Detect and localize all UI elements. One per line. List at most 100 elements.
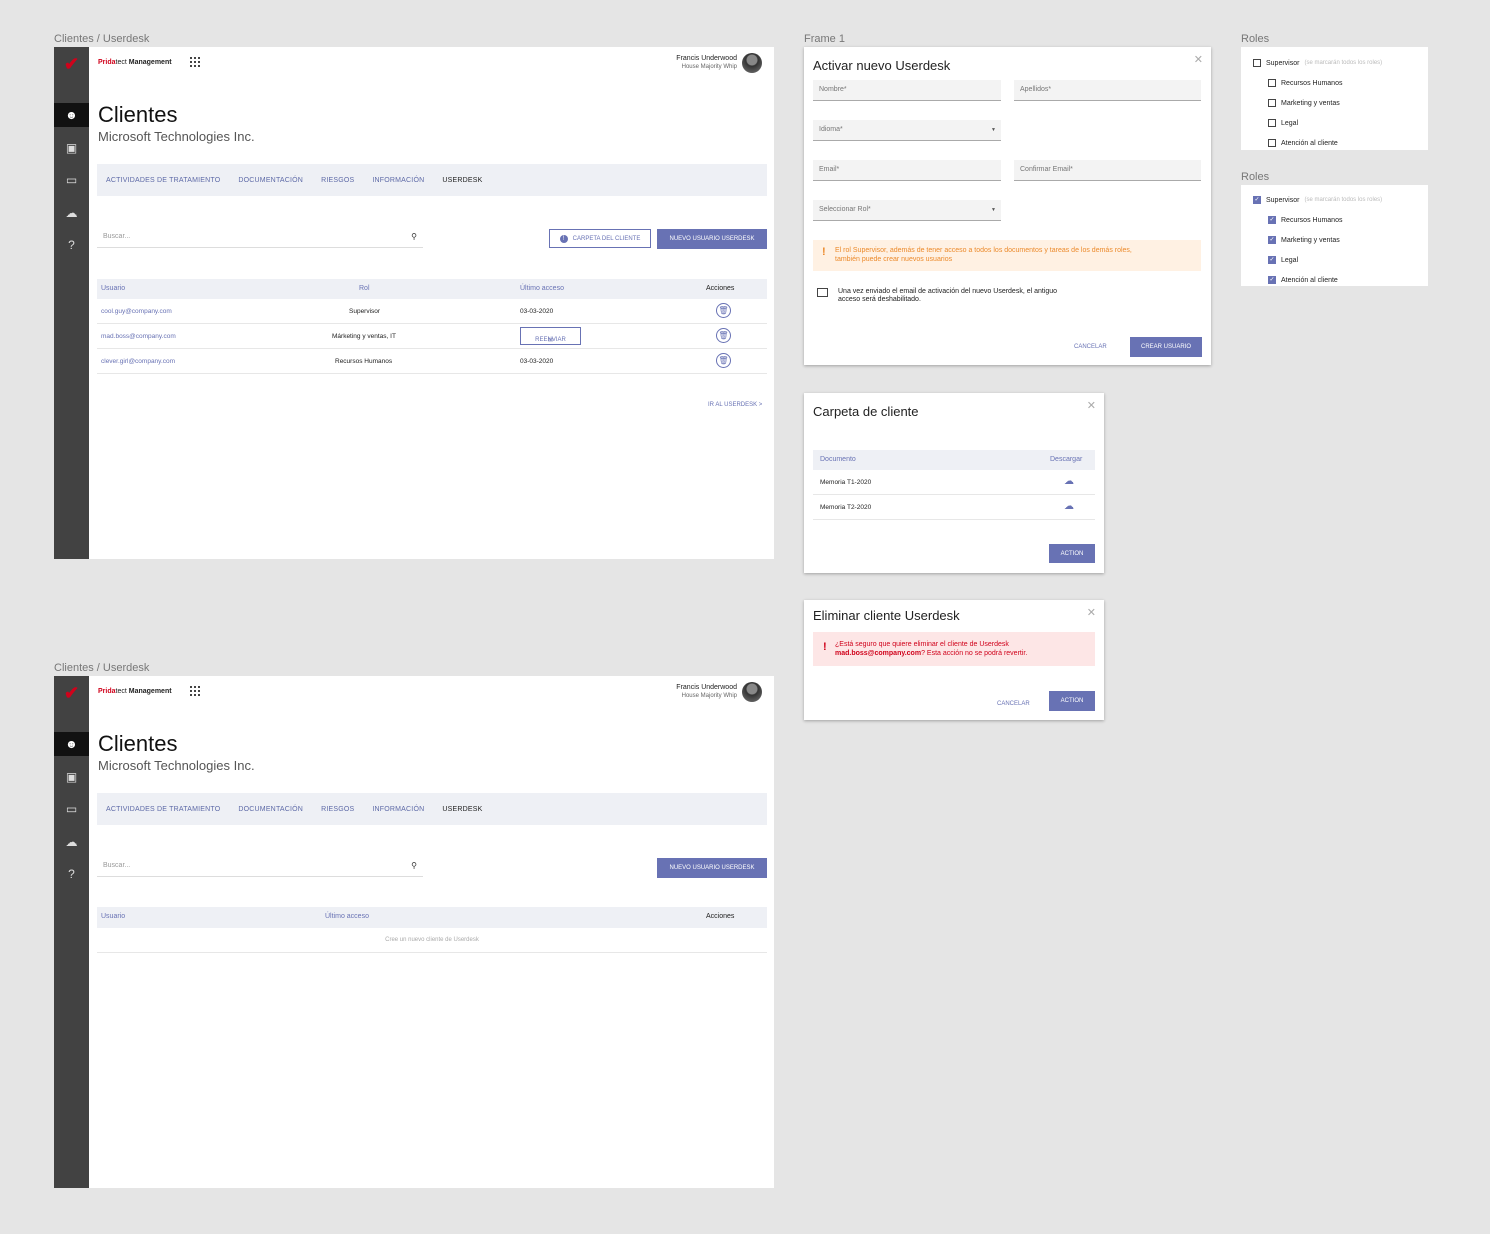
role-item[interactable]: ✓ Atención al cliente [1268, 276, 1338, 284]
table-row: Memoria T2-2020 ☁ [813, 495, 1095, 520]
modal-title: Carpeta de cliente [813, 404, 919, 419]
go-userdesk-link[interactable]: IR AL USERDESK > [708, 402, 762, 408]
tab-riesgos[interactable]: RIESGOS [321, 177, 354, 184]
alert-icon: ! [823, 641, 827, 653]
tabs: ACTIVIDADES DE TRATAMIENTO DOCUMENTACIÓN… [97, 793, 767, 825]
search-input[interactable]: Buscar... ⚲ [97, 228, 423, 248]
folder-icon[interactable]: ▭ [54, 168, 89, 192]
client-folder-modal: Carpeta de cliente ✕ Documento Descargar… [804, 393, 1104, 573]
avatar[interactable] [742, 682, 762, 702]
supervisor-warning: ! El rol Supervisor, además de tener acc… [813, 240, 1201, 271]
table-header: Usuario Rol Último acceso Acciones [97, 279, 767, 299]
tab-informacion[interactable]: INFORMACIÓN [372, 177, 424, 184]
close-icon[interactable]: ✕ [1087, 606, 1096, 619]
document-search-icon[interactable]: ▣ [54, 136, 89, 160]
table-row: cool.guy@company.com Supervisor 03-03-20… [97, 299, 767, 324]
email-field[interactable]: Email* [813, 160, 1001, 181]
cloud-upload-icon[interactable]: ☁ [54, 830, 89, 854]
page-subtitle: Microsoft Technologies Inc. [98, 758, 255, 773]
page-subtitle: Microsoft Technologies Inc. [98, 129, 255, 144]
close-icon[interactable]: ✕ [1087, 399, 1096, 412]
table-row: Memoria T1-2020 ☁ [813, 470, 1095, 495]
delete-client-modal: Eliminar cliente Userdesk ✕ ! ¿Está segu… [804, 600, 1104, 720]
new-user-button[interactable]: NUEVO USUARIO USERDESK [657, 858, 767, 878]
table-row: clever.girl@company.com Recursos Humanos… [97, 349, 767, 374]
userdesk-empty-screen: ✔ ☻ ▣ ▭ ☁ ? Pridatect Management Francis… [54, 676, 774, 1188]
new-user-button[interactable]: NUEVO USUARIO USERDESK [657, 229, 767, 249]
download-icon[interactable]: ☁ [1064, 476, 1074, 487]
action-button[interactable]: ACTION [1049, 544, 1095, 563]
role-item[interactable]: ✓ Recursos Humanos [1268, 216, 1342, 224]
frame-label: Clientes / Userdesk [54, 662, 150, 674]
frame-label: Frame 1 [804, 33, 845, 45]
tab-documentacion[interactable]: DOCUMENTACIÓN [238, 177, 303, 184]
chevron-down-icon: ▼ [991, 207, 996, 213]
cancel-button[interactable]: CANCELAR [1074, 344, 1107, 350]
activate-userdesk-modal: Activar nuevo Userdesk ✕ Nombre* Apellid… [804, 47, 1211, 365]
last-name-field[interactable]: Apellidos* [1014, 80, 1201, 101]
action-button[interactable]: ACTION [1049, 691, 1095, 711]
help-icon[interactable]: ? [54, 233, 89, 257]
language-select[interactable]: Idioma* ▼ [813, 120, 1001, 141]
close-icon[interactable]: ✕ [1194, 53, 1203, 66]
clients-icon[interactable]: ☻ [54, 103, 89, 127]
info-icon: ! [559, 234, 568, 243]
sidebar: ✔ ☻ ▣ ▭ ☁ ? [54, 47, 89, 559]
empty-row: Cree un nuevo cliente de Userdesk [97, 928, 767, 953]
role-item[interactable]: Atención al cliente [1268, 139, 1338, 147]
client-folder-button[interactable]: ! CARPETA DEL CLIENTE [549, 229, 651, 248]
role-item[interactable]: ✓ Legal [1268, 256, 1298, 264]
document-search-icon[interactable]: ▣ [54, 765, 89, 789]
disable-access-checkbox[interactable] [817, 288, 828, 297]
tab-documentacion[interactable]: DOCUMENTACIÓN [238, 806, 303, 813]
role-item[interactable]: Legal [1268, 119, 1298, 127]
tab-actividades[interactable]: ACTIVIDADES DE TRATAMIENTO [106, 177, 220, 184]
roles-list: Supervisor (se marcarán todos los roles) … [1241, 47, 1428, 150]
role-supervisor[interactable]: ✓ Supervisor (se marcarán todos los roles) [1253, 196, 1382, 204]
role-select[interactable]: Seleccionar Rol* ▼ [813, 200, 1001, 221]
cloud-upload-icon[interactable]: ☁ [54, 201, 89, 225]
role-item[interactable]: ✓ Marketing y ventas [1268, 236, 1340, 244]
delete-icon[interactable]: 🗑 [716, 353, 731, 368]
warning-icon: ! [822, 246, 826, 258]
delete-icon[interactable]: 🗑 [716, 328, 731, 343]
brand: Pridatect Management [98, 688, 172, 695]
user-info[interactable]: Francis Underwood House Majority Whip [676, 684, 737, 700]
empty-message: Cree un nuevo cliente de Userdesk [385, 937, 479, 943]
check-logo-icon[interactable]: ✔ [54, 676, 89, 710]
brand: Pridatect Management [98, 59, 172, 66]
cancel-button[interactable]: CANCELAR [997, 701, 1030, 707]
tab-informacion[interactable]: INFORMACIÓN [372, 806, 424, 813]
tab-userdesk[interactable]: USERDESK [442, 806, 482, 813]
download-icon[interactable]: ☁ [1064, 501, 1074, 512]
avatar[interactable] [742, 53, 762, 73]
delete-icon[interactable]: 🗑 [716, 303, 731, 318]
role-item[interactable]: Recursos Humanos [1268, 79, 1342, 87]
page-title: Clientes [98, 731, 178, 756]
roles-list-checked: ✓ Supervisor (se marcarán todos los roles)… [1241, 185, 1428, 286]
folder-icon[interactable]: ▭ [54, 797, 89, 821]
apps-grid-icon[interactable] [190, 57, 200, 67]
tab-userdesk[interactable]: USERDESK [442, 177, 482, 184]
role-supervisor[interactable]: Supervisor (se marcarán todos los roles) [1253, 59, 1382, 67]
confirm-email-field[interactable]: Confirmar Email* [1014, 160, 1201, 181]
resend-button[interactable]: ✉ REENVIAR [520, 327, 581, 345]
create-user-button[interactable]: CREAR USUARIO [1130, 337, 1202, 357]
disable-access-label: Una vez enviado el email de activación d… [838, 288, 1058, 303]
help-icon[interactable]: ? [54, 862, 89, 886]
chevron-down-icon: ▼ [991, 127, 996, 133]
table-header: Documento Descargar [813, 450, 1095, 470]
apps-grid-icon[interactable] [190, 686, 200, 696]
tab-actividades[interactable]: ACTIVIDADES DE TRATAMIENTO [106, 806, 220, 813]
role-item[interactable]: Marketing y ventas [1268, 99, 1340, 107]
frame-label: Roles [1241, 171, 1270, 183]
modal-title: Activar nuevo Userdesk [813, 58, 951, 73]
userdesk-screen: ✔ ☻ ▣ ▭ ☁ ? Pridatect Management Francis… [54, 47, 774, 559]
clients-icon[interactable]: ☻ [54, 732, 89, 756]
tab-riesgos[interactable]: RIESGOS [321, 806, 354, 813]
user-info[interactable]: Francis Underwood House Majority Whip [676, 55, 737, 71]
search-input[interactable]: Buscar... ⚲ [97, 857, 423, 877]
first-name-field[interactable]: Nombre* [813, 80, 1001, 101]
tabs: ACTIVIDADES DE TRATAMIENTO DOCUMENTACIÓN… [97, 164, 767, 196]
check-logo-icon[interactable]: ✔ [54, 47, 89, 81]
